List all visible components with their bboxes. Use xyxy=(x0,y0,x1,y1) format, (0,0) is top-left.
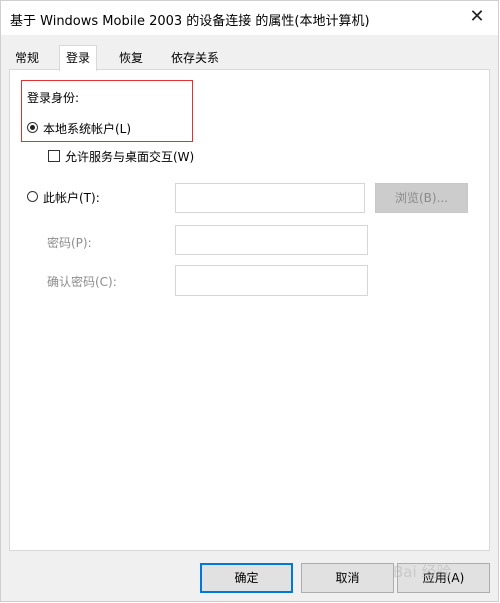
properties-dialog: 基于 Windows Mobile 2003 的设备连接 的属性(本地计算机) … xyxy=(0,0,499,602)
watermark: Bai 经验 xyxy=(393,563,452,581)
logon-as-label: 登录身份: xyxy=(27,91,80,105)
this-account-label[interactable]: 此帐户(T): xyxy=(43,189,100,206)
password-label: 密码(P): xyxy=(47,236,92,250)
browse-button[interactable]: 浏览(B)... xyxy=(375,183,468,213)
allow-desktop-label[interactable]: 允许服务与桌面交互(W) xyxy=(65,148,194,165)
local-system-label[interactable]: 本地系统帐户(L) xyxy=(43,120,131,137)
this-account-radio[interactable] xyxy=(27,191,38,202)
radio-selected-dot xyxy=(30,125,35,130)
cancel-button[interactable]: 取消 xyxy=(301,563,394,593)
close-icon[interactable]: ✕ xyxy=(464,5,490,29)
tab-recovery[interactable]: 恢复 xyxy=(113,47,149,69)
allow-desktop-checkbox[interactable] xyxy=(48,150,60,162)
tab-logon[interactable]: 登录 xyxy=(59,45,98,71)
local-system-radio[interactable] xyxy=(27,122,38,133)
tab-general[interactable]: 常规 xyxy=(9,47,45,69)
account-input[interactable] xyxy=(175,183,365,213)
confirm-password-label: 确认密码(C): xyxy=(47,275,117,289)
tab-dependencies[interactable]: 依存关系 xyxy=(165,47,225,69)
window-title: 基于 Windows Mobile 2003 的设备连接 的属性(本地计算机) xyxy=(10,14,370,29)
title-bar: 基于 Windows Mobile 2003 的设备连接 的属性(本地计算机) … xyxy=(1,1,498,35)
confirm-password-input[interactable] xyxy=(175,265,368,296)
ok-button[interactable]: 确定 xyxy=(200,563,293,593)
password-input[interactable] xyxy=(175,225,368,255)
